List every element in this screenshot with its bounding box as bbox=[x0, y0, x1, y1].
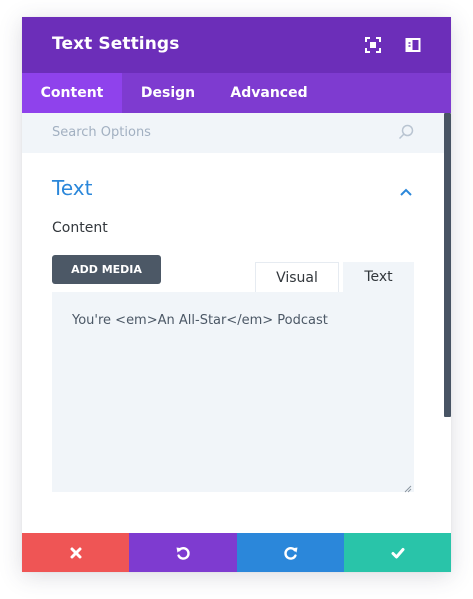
tab-content[interactable]: Content bbox=[22, 73, 122, 113]
redo-icon bbox=[283, 546, 297, 560]
dock-sidebar-icon[interactable] bbox=[405, 37, 421, 53]
editor-value: You're <em>An All-Star</em> Podcast bbox=[72, 313, 328, 328]
search-placeholder: Search Options bbox=[52, 125, 151, 140]
check-icon bbox=[391, 547, 404, 558]
search-icon bbox=[397, 123, 415, 141]
resize-handle-icon[interactable] bbox=[404, 482, 412, 493]
tab-design[interactable]: Design bbox=[122, 73, 214, 113]
editor-tab-text[interactable]: Text bbox=[343, 262, 414, 292]
editor-tab-visual[interactable]: Visual bbox=[255, 262, 339, 292]
search-options-input[interactable]: Search Options bbox=[22, 113, 444, 153]
content-label: Content bbox=[52, 220, 108, 236]
add-media-button[interactable]: ADD MEDIA bbox=[52, 255, 161, 284]
close-icon bbox=[70, 547, 81, 558]
undo-button[interactable] bbox=[129, 533, 237, 572]
modal-title: Text Settings bbox=[52, 34, 180, 54]
fullscreen-icon[interactable] bbox=[365, 37, 381, 53]
section-title-text[interactable]: Text bbox=[52, 176, 92, 200]
undo-icon bbox=[176, 546, 190, 560]
modal-footer bbox=[22, 533, 451, 572]
modal-header: Text Settings bbox=[22, 17, 451, 73]
scrollbar[interactable] bbox=[444, 113, 451, 417]
discard-button[interactable] bbox=[22, 533, 129, 572]
content-textarea[interactable]: You're <em>An All-Star</em> Podcast bbox=[52, 292, 414, 493]
chevron-up-icon[interactable] bbox=[399, 182, 413, 196]
save-button[interactable] bbox=[344, 533, 451, 572]
settings-tabs: Content Design Advanced bbox=[22, 73, 451, 113]
tab-advanced[interactable]: Advanced bbox=[218, 73, 320, 113]
redo-button[interactable] bbox=[237, 533, 344, 572]
text-settings-modal: Text Settings Content Design Advanced Se… bbox=[22, 17, 451, 572]
